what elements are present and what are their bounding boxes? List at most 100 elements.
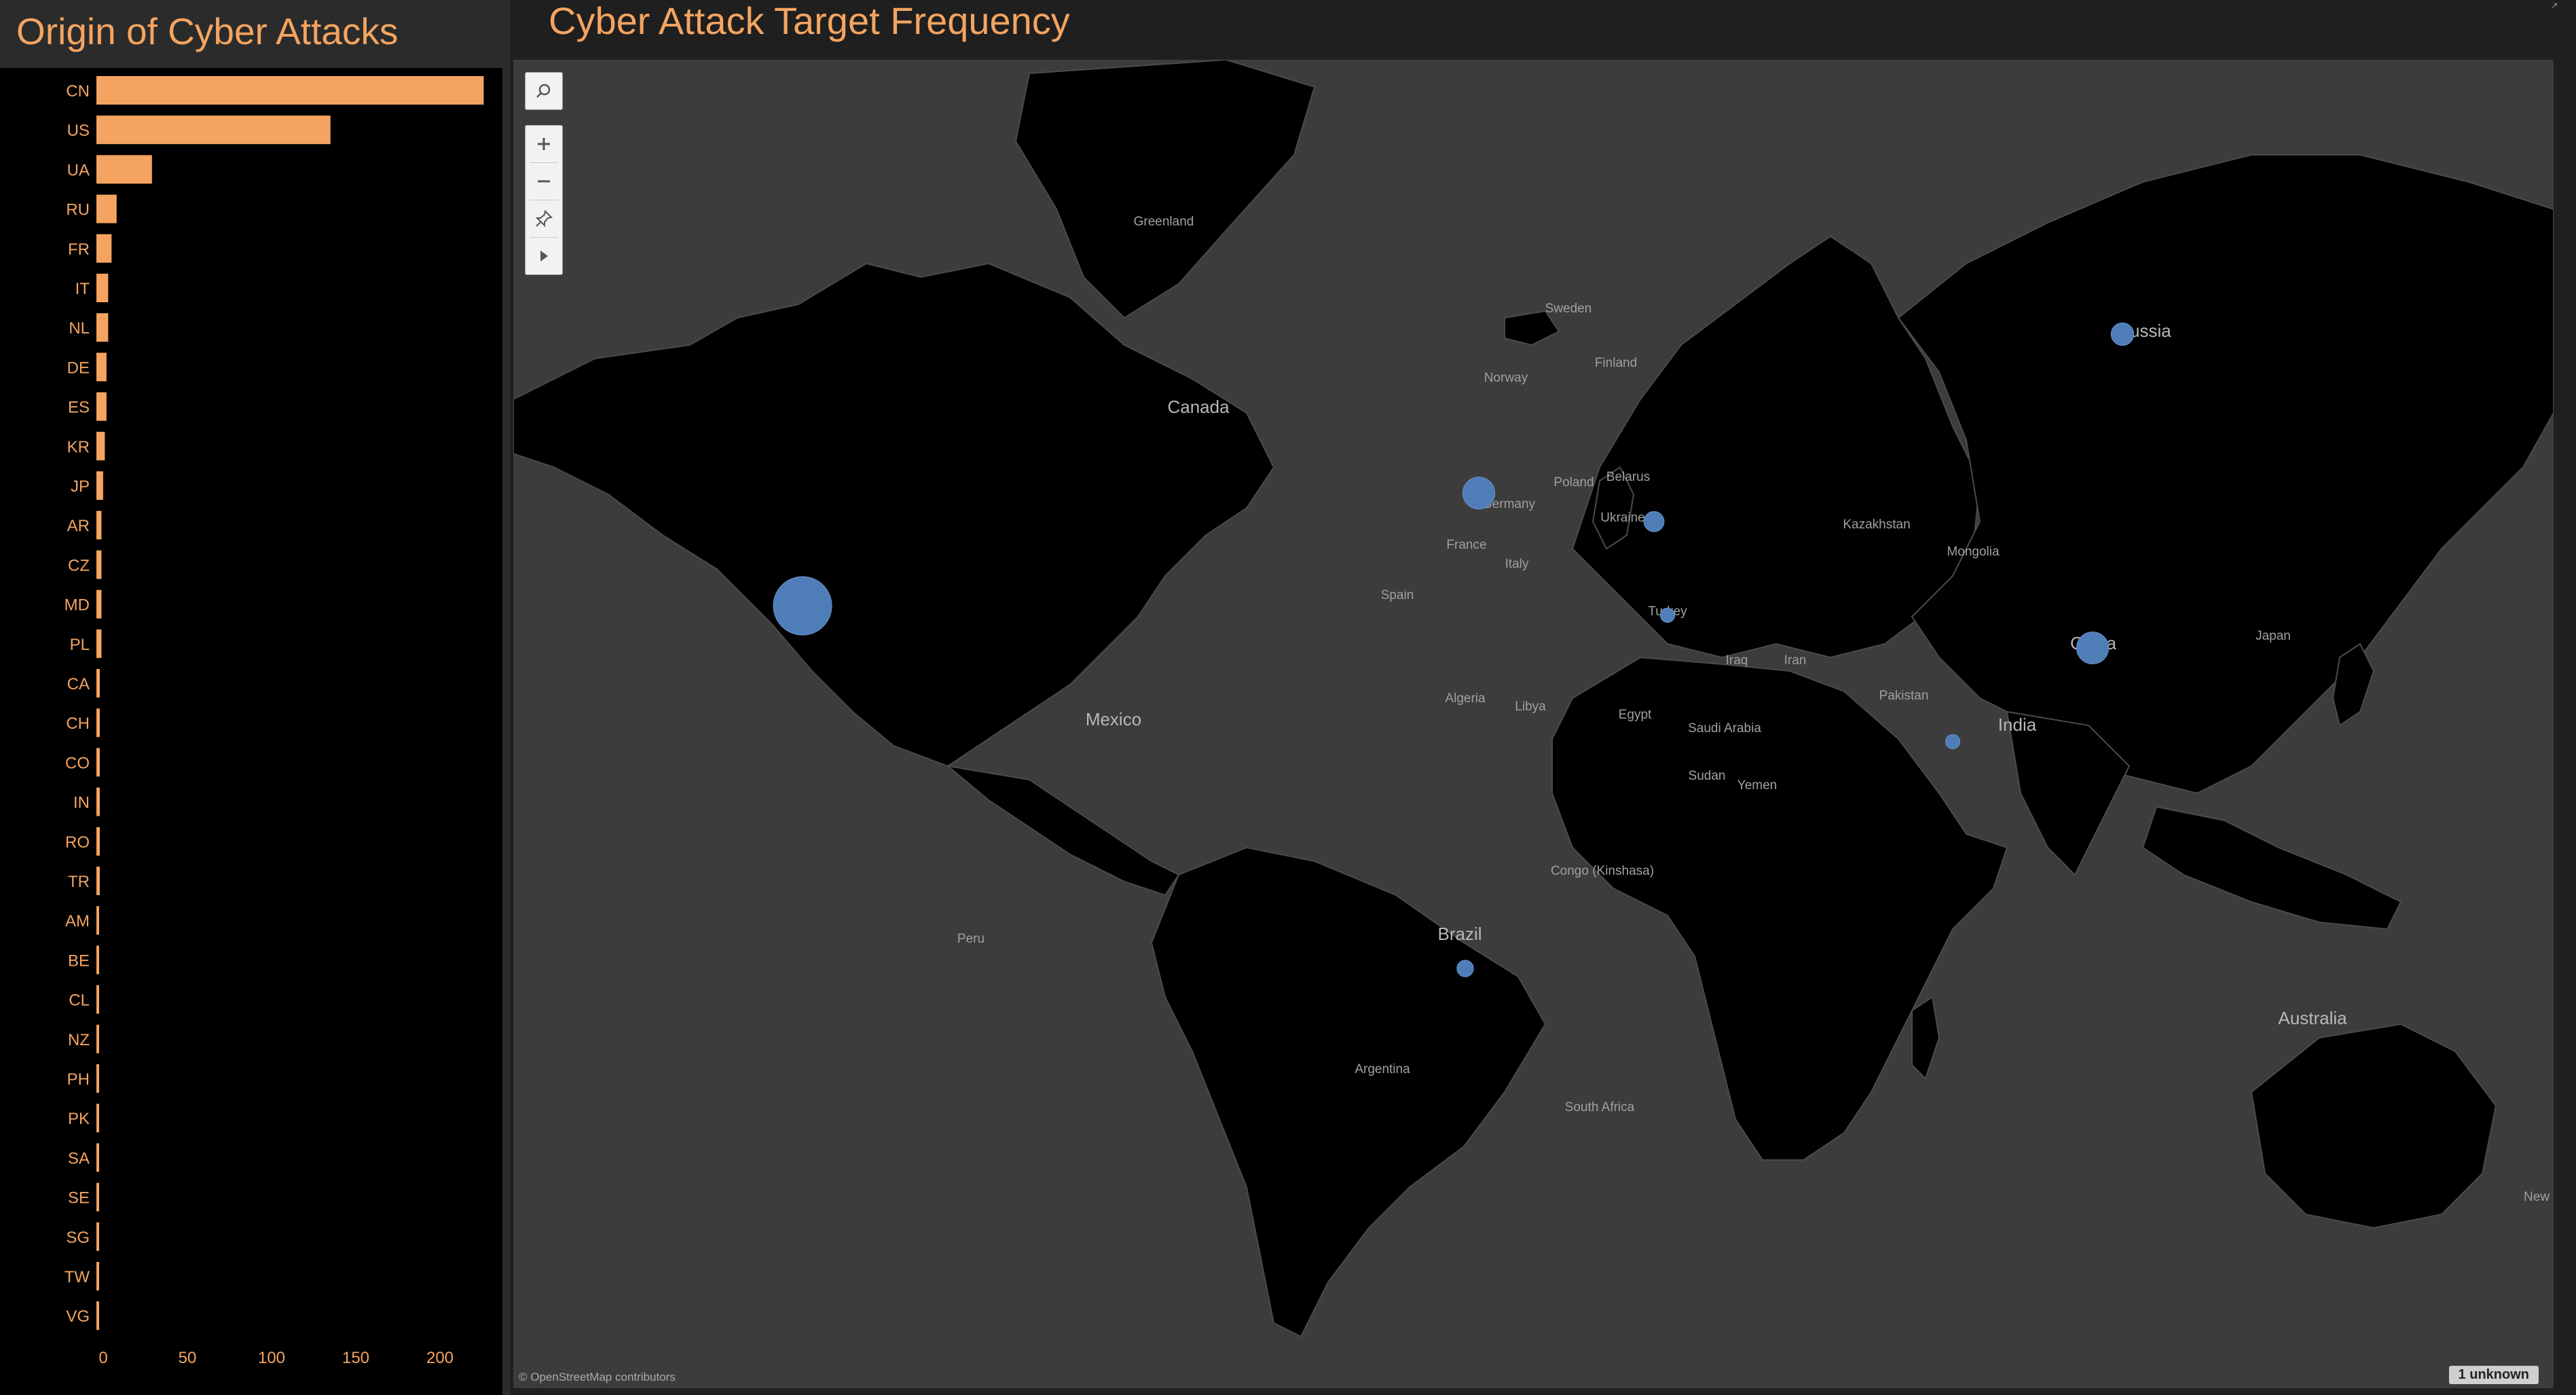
- pin-icon[interactable]: [526, 200, 562, 237]
- target-bubble[interactable]: [1462, 476, 1496, 510]
- category-label: RO: [65, 833, 90, 852]
- north-america: [513, 262, 1275, 767]
- category-label: CZ: [68, 556, 90, 575]
- bar[interactable]: [96, 1104, 99, 1133]
- category-label: NZ: [68, 1031, 90, 1049]
- target-bubble[interactable]: [1643, 511, 1665, 532]
- target-bubble[interactable]: [2110, 322, 2135, 346]
- country-label: Italy: [1505, 557, 1529, 571]
- bar[interactable]: [96, 827, 100, 856]
- country-label: Canada: [1167, 397, 1230, 417]
- australia: [2250, 1023, 2497, 1229]
- bar[interactable]: [96, 708, 100, 738]
- bar[interactable]: [96, 945, 99, 975]
- country-label: Brazil: [1437, 924, 1482, 944]
- bar[interactable]: [96, 155, 152, 184]
- bar[interactable]: [96, 748, 100, 777]
- unknown-badge[interactable]: 1 unknown: [2448, 1366, 2539, 1384]
- bar[interactable]: [96, 471, 103, 500]
- category-label: NL: [69, 319, 90, 338]
- bar[interactable]: [96, 1024, 99, 1053]
- bar[interactable]: [96, 194, 117, 223]
- search-icon[interactable]: [526, 73, 562, 109]
- country-label: France: [1446, 538, 1486, 552]
- country-label: Finland: [1595, 356, 1637, 370]
- country-label: Algeria: [1445, 691, 1486, 706]
- country-label: Poland: [1553, 475, 1594, 490]
- category-label: CO: [65, 754, 90, 772]
- bar[interactable]: [96, 76, 484, 105]
- country-label: Sudan: [1689, 769, 1726, 783]
- target-bubble[interactable]: [1456, 960, 1474, 977]
- bar[interactable]: [96, 787, 100, 816]
- category-label: TR: [68, 873, 90, 891]
- bar[interactable]: [96, 115, 331, 145]
- bar[interactable]: [96, 629, 102, 658]
- country-label: Saudi Arabia: [1688, 721, 1761, 736]
- bar[interactable]: [96, 669, 100, 698]
- country-label: Libya: [1515, 700, 1546, 714]
- map-canvas[interactable]: GreenlandCanadaSwedenFinlandNorwayRussia…: [513, 60, 2554, 1388]
- bar[interactable]: [96, 234, 112, 263]
- category-label: BE: [68, 952, 90, 970]
- category-label: CL: [69, 992, 90, 1010]
- central-america: [945, 765, 1180, 896]
- map-attribution[interactable]: © OpenStreetMap contributors: [519, 1371, 676, 1384]
- category-label: JP: [71, 477, 90, 496]
- zoom-out-icon[interactable]: [526, 163, 562, 200]
- bar[interactable]: [96, 1262, 99, 1290]
- bar[interactable]: [96, 511, 102, 540]
- x-tick-label: 0: [98, 1349, 107, 1367]
- category-label: TW: [65, 1268, 90, 1286]
- country-label: Mongolia: [1947, 545, 2000, 559]
- bar[interactable]: [96, 985, 99, 1014]
- category-label: PH: [67, 1070, 90, 1089]
- x-tick-label: 100: [258, 1349, 285, 1367]
- bar[interactable]: [96, 392, 107, 421]
- target-bubble[interactable]: [1945, 733, 1961, 750]
- category-label: CH: [66, 714, 90, 733]
- origin-panel: Origin of Cyber Attacks CN US UA RU FR IT NL DE…: [0, 0, 502, 1395]
- category-label: PK: [68, 1110, 90, 1128]
- x-tick-label: 200: [426, 1349, 454, 1367]
- target-bubble[interactable]: [1659, 607, 1676, 623]
- category-label: RU: [66, 201, 90, 219]
- country-label: Pakistan: [1879, 689, 1929, 703]
- category-label: SE: [68, 1189, 90, 1208]
- zoom-in-icon[interactable]: [526, 126, 562, 162]
- bar[interactable]: [96, 550, 102, 579]
- bar[interactable]: [96, 1143, 99, 1172]
- country-label: Congo (Kinshasa): [1551, 864, 1654, 878]
- external-link-icon[interactable]: ↗: [2550, 0, 2562, 11]
- bar[interactable]: [96, 313, 109, 342]
- bar[interactable]: [96, 906, 99, 935]
- map-search-tool[interactable]: [525, 72, 563, 110]
- bar[interactable]: [96, 590, 102, 619]
- category-label: UA: [67, 161, 90, 179]
- bar[interactable]: [96, 1182, 99, 1212]
- map-title: Cyber Attack Target Frequency: [549, 0, 1070, 42]
- country-label: Australia: [2278, 1008, 2347, 1028]
- iceland: [1504, 310, 1560, 346]
- bar[interactable]: [96, 1222, 99, 1251]
- bar[interactable]: [96, 1064, 99, 1093]
- world-map[interactable]: Greenland Canada Sweden Finland Norway Russia…: [513, 60, 2554, 1388]
- bar[interactable]: [96, 867, 100, 895]
- category-label: CN: [66, 82, 90, 101]
- land-masses: [513, 60, 2554, 1338]
- category-label: MD: [65, 596, 90, 615]
- bar[interactable]: [96, 274, 109, 302]
- play-icon[interactable]: [526, 238, 562, 274]
- bar[interactable]: [96, 431, 105, 460]
- africa: [1551, 656, 2008, 1161]
- target-bubble[interactable]: [773, 576, 832, 636]
- country-label: Sweden: [1545, 302, 1592, 316]
- x-tick-label: 150: [342, 1349, 369, 1367]
- south-america: [1150, 846, 1547, 1338]
- bar[interactable]: [96, 1301, 99, 1330]
- origin-chart-title: Origin of Cyber Attacks: [0, 0, 502, 68]
- target-bubble[interactable]: [2076, 631, 2110, 665]
- bar[interactable]: [96, 352, 107, 382]
- country-label: New: [2524, 1190, 2550, 1204]
- country-label: Greenland: [1134, 215, 1194, 229]
